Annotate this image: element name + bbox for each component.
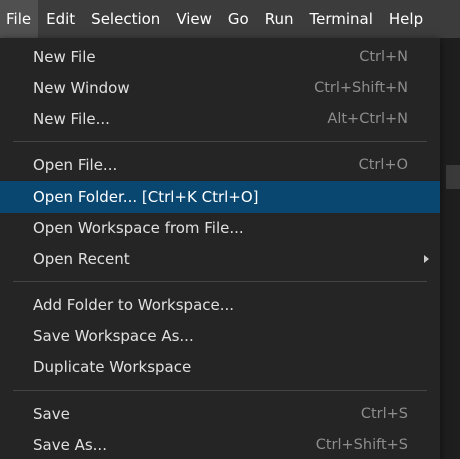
menu-item-shortcut: Ctrl+S [360,406,408,422]
menu-item-label: Open Workspace from File... [33,219,244,237]
menubar-go[interactable]: Go [220,0,257,38]
menu-item-save-as[interactable]: Save As... Ctrl+Shift+S [0,429,440,459]
menu-item-duplicate-workspace[interactable]: Duplicate Workspace [0,351,440,383]
menubar-run[interactable]: Run [257,0,302,38]
menubar-help[interactable]: Help [381,0,431,38]
menubar-view[interactable]: View [168,0,220,38]
menu-item-open-folder[interactable]: Open Folder... [Ctrl+K Ctrl+O] [0,181,440,213]
menu-item-label: Save Workspace As... [33,327,194,345]
menu-bar: File Edit Selection View Go Run Terminal… [0,0,460,38]
menu-item-label: Save [33,405,70,423]
scrollbar-thumb[interactable] [446,165,460,189]
menubar-terminal[interactable]: Terminal [302,0,381,38]
vscode-window: File Edit Selection View Go Run Terminal… [0,0,460,459]
menubar-edit[interactable]: Edit [38,0,83,38]
menu-item-open-recent[interactable]: Open Recent [0,243,440,275]
menu-item-shortcut: Ctrl+Shift+N [314,80,408,96]
menu-item-label: Open Recent [33,250,130,268]
menu-item-label: Add Folder to Workspace... [33,296,235,314]
chevron-right-icon [424,255,429,263]
menu-item-shortcut: Alt+Ctrl+N [327,111,408,127]
menubar-selection[interactable]: Selection [83,0,168,38]
menu-item-label: New Window [33,79,130,97]
menu-separator [13,281,427,282]
menu-item-label: Open Folder... [Ctrl+K Ctrl+O] [33,188,259,206]
menu-item-label: Save As... [33,436,107,454]
menu-item-shortcut: Ctrl+Shift+S [315,437,408,453]
menu-item-save-workspace-as[interactable]: Save Workspace As... [0,320,440,352]
menu-separator [13,141,427,142]
menu-separator [13,390,427,391]
menu-item-save[interactable]: Save Ctrl+S [0,398,440,430]
menu-item-label: Open File... [33,156,118,174]
menu-item-new-file-dialog[interactable]: New File... Alt+Ctrl+N [0,103,440,135]
menu-item-shortcut: Ctrl+N [359,49,408,65]
menu-item-shortcut: Ctrl+O [358,157,408,173]
menu-item-open-workspace[interactable]: Open Workspace from File... [0,212,440,244]
file-menu-dropdown: New File Ctrl+N New Window Ctrl+Shift+N … [0,38,440,459]
menu-item-new-window[interactable]: New Window Ctrl+Shift+N [0,72,440,104]
menu-item-add-folder[interactable]: Add Folder to Workspace... [0,289,440,321]
menu-item-label: New File [33,48,96,66]
editor-background [440,38,460,459]
menu-item-label: New File... [33,110,110,128]
menu-item-new-file[interactable]: New File Ctrl+N [0,41,440,73]
menubar-file[interactable]: File [0,0,39,38]
menu-item-open-file[interactable]: Open File... Ctrl+O [0,149,440,181]
menu-item-label: Duplicate Workspace [33,358,192,376]
